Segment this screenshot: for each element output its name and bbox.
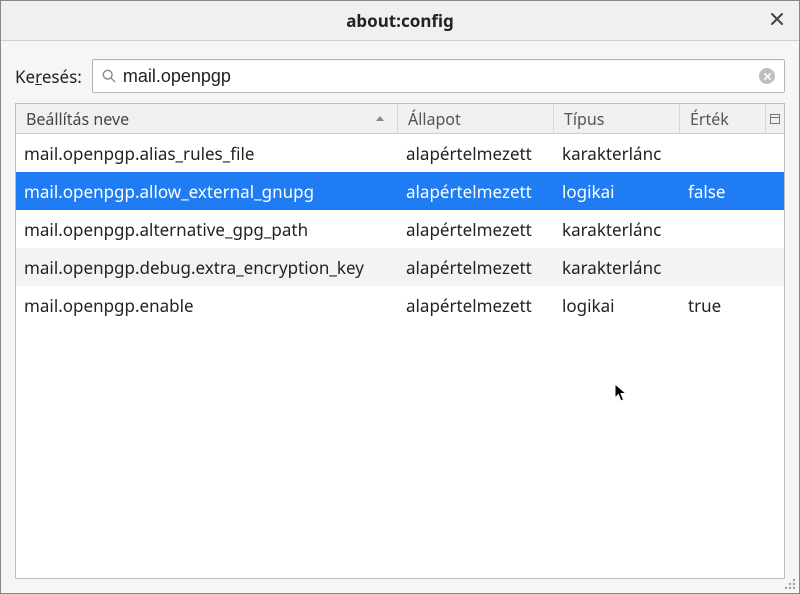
column-header-label: Állapot	[408, 108, 461, 130]
content-area: Keresés: Beállítás neve	[1, 41, 799, 593]
pref-value: true	[680, 294, 784, 317]
search-input[interactable]	[117, 62, 756, 91]
pref-status: alapértelmezett	[398, 218, 554, 241]
pref-value: false	[680, 180, 784, 203]
column-header-name[interactable]: Beállítás neve	[16, 104, 398, 133]
close-icon	[770, 11, 784, 31]
search-field	[92, 59, 785, 93]
clear-search-button[interactable]	[756, 65, 778, 87]
close-button[interactable]	[763, 7, 791, 35]
column-picker[interactable]	[766, 104, 784, 133]
preferences-body[interactable]: mail.openpgp.alias_rules_filealapértelme…	[16, 134, 784, 578]
pref-status: alapértelmezett	[398, 180, 554, 203]
pref-type: karakterlánc	[554, 218, 680, 241]
pref-name: mail.openpgp.debug.extra_encryption_key	[16, 256, 398, 279]
pref-row[interactable]: mail.openpgp.allow_external_gnupgalapért…	[16, 172, 784, 210]
pref-status: alapértelmezett	[398, 256, 554, 279]
pref-status: alapértelmezett	[398, 142, 554, 165]
pref-row[interactable]: mail.openpgp.alias_rules_filealapértelme…	[16, 134, 784, 172]
dialog-window: about:config Keresés:	[0, 0, 800, 594]
column-picker-icon	[769, 108, 781, 130]
column-header-label: Típus	[564, 108, 604, 130]
pref-name: mail.openpgp.alias_rules_file	[16, 142, 398, 165]
column-header-label: Beállítás neve	[26, 108, 129, 130]
pref-name: mail.openpgp.allow_external_gnupg	[16, 180, 398, 203]
column-header-label: Érték	[690, 108, 729, 130]
resize-grip[interactable]	[781, 575, 797, 591]
column-header-type[interactable]: Típus	[554, 104, 680, 133]
column-header-status[interactable]: Állapot	[398, 104, 554, 133]
column-headers: Beállítás neve Állapot Típus Érték	[16, 104, 784, 134]
sort-ascending-icon	[375, 114, 385, 124]
pref-type: logikai	[554, 294, 680, 317]
window-title: about:config	[346, 9, 454, 32]
search-label: Keresés:	[15, 65, 82, 88]
pref-row[interactable]: mail.openpgp.debug.extra_encryption_keya…	[16, 248, 784, 286]
search-icon	[101, 68, 117, 84]
search-row: Keresés:	[15, 59, 785, 93]
pref-type: logikai	[554, 180, 680, 203]
pref-type: karakterlánc	[554, 256, 680, 279]
pref-name: mail.openpgp.alternative_gpg_path	[16, 218, 398, 241]
pref-row[interactable]: mail.openpgp.enablealapértelmezettlogika…	[16, 286, 784, 324]
pref-name: mail.openpgp.enable	[16, 294, 398, 317]
pref-row[interactable]: mail.openpgp.alternative_gpg_pathalapért…	[16, 210, 784, 248]
pref-type: karakterlánc	[554, 142, 680, 165]
pref-status: alapértelmezett	[398, 294, 554, 317]
clear-icon	[759, 68, 775, 84]
preferences-tree: Beállítás neve Állapot Típus Érték	[15, 103, 785, 579]
column-header-value[interactable]: Érték	[680, 104, 766, 133]
title-bar: about:config	[1, 1, 799, 41]
